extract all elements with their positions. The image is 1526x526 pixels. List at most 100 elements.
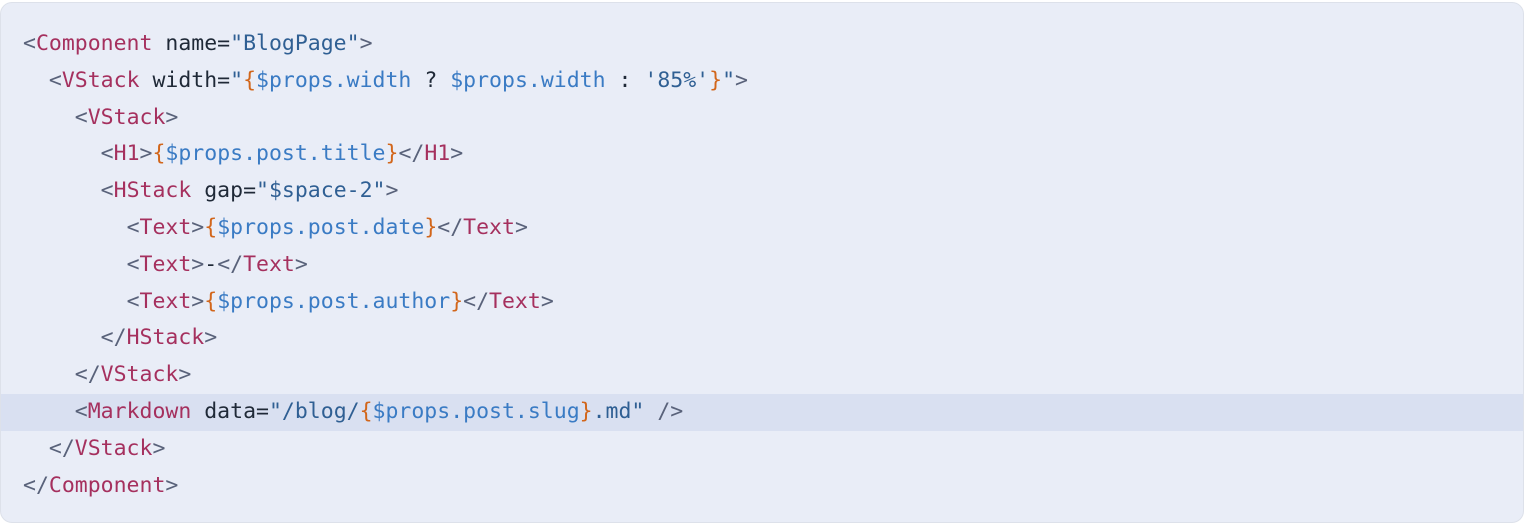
code-token-tag: Text — [139, 214, 192, 240]
code-token-tag: VStack — [100, 362, 179, 388]
code-line: </VStack> — [1, 357, 1523, 394]
code-token-brace: { — [359, 398, 373, 424]
code-token-tag: Text — [243, 251, 295, 277]
code-token-tag: H1 — [113, 141, 140, 167]
code-token-attr: gap= — [191, 178, 257, 204]
code-token-brace: } — [450, 288, 464, 314]
code-token-punct: < — [126, 288, 140, 314]
code-token-tag: H1 — [424, 141, 451, 167]
code-line: </HStack> — [1, 320, 1523, 357]
code-token-punct: < — [126, 214, 140, 240]
code-line: <H1>{$props.post.title}</H1> — [1, 136, 1523, 173]
code-token-brace: { — [204, 214, 218, 240]
code-line: <Component name="BlogPage"> — [1, 26, 1523, 63]
code-token-punct: </ — [23, 472, 49, 498]
code-token-punct: </ — [398, 141, 425, 167]
code-line: </VStack> — [1, 431, 1523, 468]
code-line: </Component> — [1, 468, 1523, 505]
code-token-brace: { — [243, 67, 257, 93]
code-token-punct: > — [204, 325, 218, 351]
code-token-str: "BlogPage" — [230, 31, 360, 56]
code-token-attr: name= — [152, 31, 231, 56]
code-token-punct: /> — [644, 398, 684, 424]
code-token-punct: > — [359, 31, 373, 56]
code-token-punct: </ — [437, 214, 464, 240]
code-token-str: '85%' — [644, 67, 710, 93]
code-token-tag: HStack — [126, 325, 205, 351]
code-token-punct: > — [514, 214, 528, 240]
code-token-attr: data= — [191, 398, 269, 424]
code-token-tag: VStack — [87, 104, 166, 130]
code-line-highlighted: <Markdown data="/blog/{$props.post.slug}… — [1, 393, 1523, 431]
code-token-punct: < — [23, 31, 36, 56]
code-token-punct: </ — [463, 288, 490, 314]
code-token-plain: : — [605, 67, 645, 93]
code-token-punct: > — [139, 141, 153, 167]
code-line: <Text>-</Text> — [1, 247, 1523, 284]
code-token-tag: VStack — [74, 435, 153, 461]
code-token-punct: < — [100, 141, 114, 167]
code-token-punct: < — [126, 251, 140, 277]
code-token-tag: VStack — [61, 67, 140, 93]
code-line: <VStack width="{$props.width ? $props.wi… — [1, 63, 1523, 100]
code-token-expr: $props.post.author — [217, 288, 451, 314]
code-token-punct: > — [191, 214, 205, 240]
code-token-plain: - — [204, 251, 218, 277]
code-token-punct: > — [191, 288, 205, 314]
code-token-brace: } — [424, 214, 438, 240]
code-token-punct: </ — [74, 362, 101, 388]
code-token-brace: } — [385, 141, 399, 167]
code-line: <VStack> — [1, 100, 1523, 137]
code-token-str: " — [230, 67, 244, 93]
code-token-punct: < — [48, 67, 62, 93]
code-token-punct: < — [74, 104, 88, 130]
code-token-tag: Component — [48, 472, 166, 498]
code-token-punct: > — [735, 67, 748, 93]
code-token-tag: Markdown — [87, 398, 192, 424]
code-lines: <Component name="BlogPage"> <VStack widt… — [1, 26, 1523, 504]
code-token-str: "$space-2" — [256, 178, 386, 204]
code-token-punct: > — [385, 178, 399, 204]
code-token-tag: Text — [463, 214, 515, 240]
code-token-tag: Text — [139, 251, 192, 277]
code-line: <Text>{$props.post.date}</Text> — [1, 210, 1523, 247]
code-token-punct: </ — [100, 325, 127, 351]
code-token-expr: $props.post.date — [217, 214, 425, 240]
code-token-punct: < — [74, 398, 88, 424]
code-token-punct: > — [294, 251, 308, 277]
code-token-tag: Component — [35, 31, 153, 56]
code-token-brace: { — [204, 288, 218, 314]
code-token-punct: </ — [48, 435, 75, 461]
code-token-tag: Text — [489, 288, 541, 314]
code-token-punct: < — [100, 178, 114, 204]
code-line: <HStack gap="$space-2"> — [1, 173, 1523, 210]
code-token-plain: ? — [411, 67, 451, 93]
code-token-expr: $props.width — [256, 67, 412, 93]
code-token-expr: $props.post.title — [165, 141, 386, 167]
code-token-str: "/blog/ — [268, 398, 360, 424]
code-token-str: .md" — [592, 398, 645, 424]
code-token-punct: > — [540, 288, 554, 314]
code-token-punct: > — [165, 472, 179, 498]
code-token-punct: > — [152, 435, 166, 461]
code-token-punct: > — [450, 141, 464, 167]
code-token-attr: width= — [139, 67, 231, 93]
code-token-str: " — [722, 67, 736, 93]
code-token-punct: > — [165, 104, 179, 130]
code-token-expr: $props.width — [450, 67, 606, 93]
code-token-punct: > — [191, 251, 205, 277]
code-token-tag: Text — [139, 288, 192, 314]
code-token-tag: HStack — [113, 178, 192, 204]
code-token-brace: { — [152, 141, 166, 167]
